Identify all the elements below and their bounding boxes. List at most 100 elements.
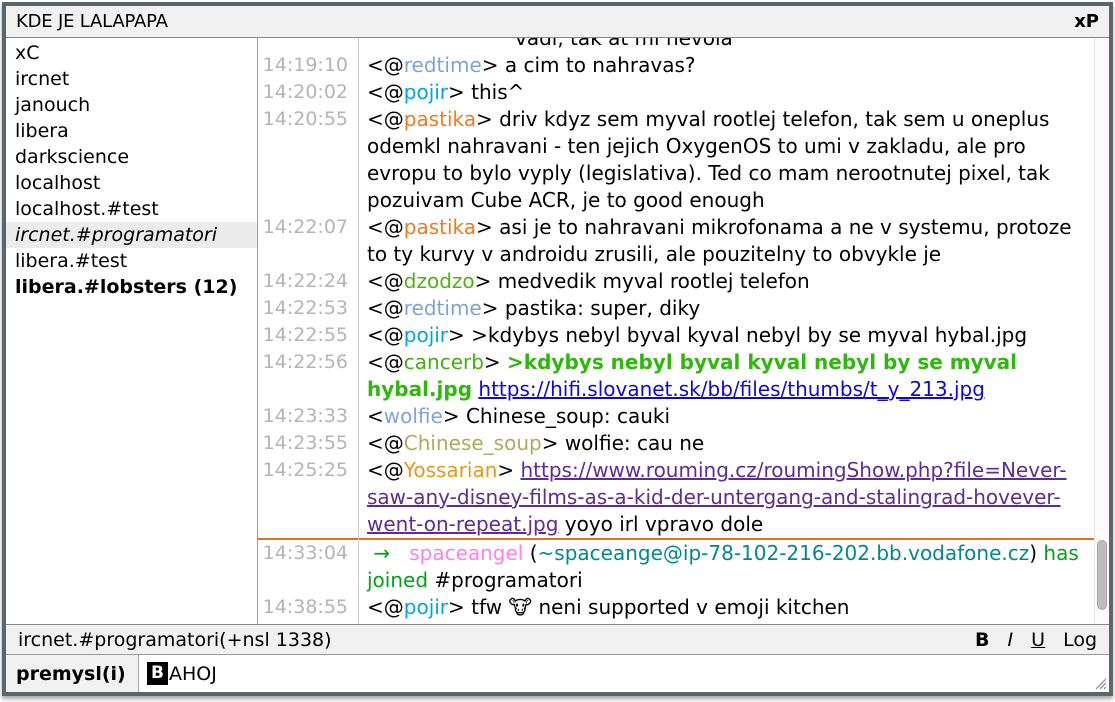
chat-area: vadi, tak at mi nevola14:19:10<@redtime>… — [258, 38, 1109, 624]
nickname: pastika — [404, 215, 476, 239]
chat-message: 14:19:10<@redtime> a cim to nahravas? — [258, 52, 1094, 79]
nickname: pastika — [404, 107, 476, 131]
timestamp: 14:25:25 — [258, 457, 358, 484]
sidebar-item-libera-test[interactable]: libera.#test — [6, 248, 257, 274]
join-event-text: → — [373, 541, 390, 565]
message-text: ( — [523, 541, 537, 565]
message-text: <@ — [367, 458, 404, 482]
sidebar-item-ircnet[interactable]: ircnet — [6, 66, 257, 92]
title-bar: KDE JE LALAPAPA xP — [6, 6, 1109, 38]
nick-label: premysl(i) — [6, 655, 139, 692]
timestamp: 14:33:04 — [258, 540, 358, 567]
log-button[interactable]: Log — [1063, 629, 1097, 651]
message-body: <@dzodzo> medvedik myval rootlej telefon — [358, 268, 1094, 295]
message-text: <@ — [367, 80, 404, 104]
sidebar-item-ircnet-programatori[interactable]: ircnet.#programatori — [6, 222, 257, 248]
message-text: neni supported v emoji kitchen — [532, 595, 849, 619]
timestamp: 14:19:10 — [258, 52, 358, 79]
message-text: ) — [1029, 541, 1043, 565]
nickname: redtime — [404, 53, 482, 77]
message-body: <@pojir> this^ — [358, 79, 1094, 106]
sidebar-item-janouch[interactable]: janouch — [6, 92, 257, 118]
timestamp: 14:38:55 — [258, 594, 358, 621]
message-text: > a cim to nahravas? — [482, 53, 696, 77]
sidebar-item-darkscience[interactable]: darkscience — [6, 144, 257, 170]
sidebar-item-libera[interactable]: libera — [6, 118, 257, 144]
timestamp: 14:23:55 — [258, 430, 358, 457]
message-text: > wolfie: cau ne — [542, 431, 705, 455]
chat-message: 14:20:55<@pastika> driv kdyz sem myval r… — [258, 106, 1094, 214]
chat-message: 14:22:07<@pastika> asi je to nahravani m… — [258, 214, 1094, 268]
message-body: <@Chinese_soup> wolfie: cau ne — [358, 430, 1094, 457]
nickname: redtime — [404, 296, 482, 320]
chat-message: vadi, tak at mi nevola — [258, 38, 1094, 52]
chat-message: 14:22:53<@redtime> pastika: super, diky — [258, 295, 1094, 322]
message-body: <@pojir> tfw 🐮 neni supported v emoji ki… — [358, 594, 1094, 621]
nickname: cancerb — [404, 350, 484, 374]
chat-message: 14:20:02<@pojir> this^ — [258, 79, 1094, 106]
message-text: > — [484, 350, 507, 374]
nickname: Yossarian — [404, 458, 498, 482]
chat-scrollbar-thumb[interactable] — [1097, 540, 1107, 610]
chat-message: 14:38:55<@pojir> tfw 🐮 neni supported v … — [258, 594, 1094, 621]
sidebar-item-localhost[interactable]: localhost — [6, 170, 257, 196]
message-link[interactable]: https://hifi.slovanet.sk/bb/files/thumbs… — [478, 377, 985, 401]
message-body: <@cancerb> >kdybys nebyl byval kyval neb… — [358, 349, 1094, 403]
message-body: → spaceangel (~spaceange@ip-78-102-216-2… — [358, 540, 1094, 594]
chat-message: 14:22:24<@dzodzo> medvedik myval rootlej… — [258, 268, 1094, 295]
chat-message: 14:22:55<@pojir> >kdybys nebyl byval kyv… — [258, 322, 1094, 349]
sidebar-item-localhost-test[interactable]: localhost.#test — [6, 196, 257, 222]
message-body: vadi, tak at mi nevola — [358, 38, 1094, 52]
timestamp: 14:20:55 — [258, 106, 358, 133]
message-body: <@pastika> asi je to nahravani mikrofona… — [358, 214, 1094, 268]
message-text: > Chinese_soup: cauki — [443, 404, 670, 428]
timestamp-divider — [358, 38, 359, 624]
nickname: pojir — [404, 595, 448, 619]
bold-button[interactable]: B — [975, 629, 989, 651]
timestamp: 14:22:56 — [258, 349, 358, 376]
hostmask: ~spaceange@ip-78-102-216-202.bb.vodafone… — [538, 541, 1030, 565]
message-body: <@redtime> a cim to nahravas? — [358, 52, 1094, 79]
window: KDE JE LALAPAPA xP xCircnetjanouchlibera… — [2, 2, 1113, 696]
window-control-xp[interactable]: xP — [1074, 11, 1099, 32]
message-text: > this^ — [448, 80, 524, 104]
cow-emoji: 🐮 — [508, 595, 532, 619]
timestamp: 14:20:02 — [258, 79, 358, 106]
chat-message: 14:22:56<@cancerb> >kdybys nebyl byval k… — [258, 349, 1094, 403]
bold-control-char: B — [147, 662, 168, 685]
window-title: KDE JE LALAPAPA — [16, 11, 1074, 32]
message-input[interactable]: B AHOJ — [139, 655, 1109, 692]
timestamp: 14:22:55 — [258, 322, 358, 349]
underline-button[interactable]: U — [1031, 629, 1045, 651]
message-text: > tfw — [448, 595, 508, 619]
message-text: <@ — [367, 269, 404, 293]
message-text: <@ — [367, 296, 404, 320]
nickname: wolfie — [384, 404, 443, 428]
message-text: > >kdybys nebyl byval kyval nebyl by se … — [448, 323, 1027, 347]
chat-scrollbar-track[interactable] — [1094, 38, 1109, 624]
channel-status-text: ircnet.#programatori(+nsl 1338) — [18, 629, 957, 651]
italic-button[interactable]: I — [1008, 629, 1014, 651]
message-body: <wolfie> Chinese_soup: cauki — [358, 403, 1094, 430]
message-body: <@pojir> >kdybys nebyl byval kyval nebyl… — [358, 322, 1094, 349]
chat-scroll: vadi, tak at mi nevola14:19:10<@redtime>… — [258, 38, 1094, 621]
message-body: <@pastika> driv kdyz sem myval rootlej t… — [358, 106, 1094, 214]
nickname: dzodzo — [404, 269, 475, 293]
sidebar-item-xc[interactable]: xC — [6, 40, 257, 66]
resize-handle-icon[interactable] — [1093, 676, 1107, 690]
message-text: > medvedik myval rootlej telefon — [475, 269, 810, 293]
chat-message: 14:33:04 → spaceangel (~spaceange@ip-78-… — [258, 540, 1094, 594]
timestamp: 14:22:07 — [258, 214, 358, 241]
message-body: <@Yossarian> https://www.rouming.cz/roum… — [358, 457, 1094, 538]
main-area: xCircnetjanouchliberadarksciencelocalhos… — [6, 38, 1109, 624]
sidebar-item-libera-lobsters-12[interactable]: libera.#lobsters (12) — [6, 274, 257, 300]
message-text: <@ — [367, 215, 404, 239]
message-body: <@redtime> pastika: super, diky — [358, 295, 1094, 322]
message-text: > pastika: super, diky — [482, 296, 700, 320]
message-text: vadi, tak at mi nevola — [515, 38, 733, 50]
input-bar: premysl(i) B AHOJ — [6, 654, 1109, 692]
message-text — [390, 541, 409, 565]
message-text: <@ — [367, 53, 404, 77]
timestamp: 14:23:33 — [258, 403, 358, 430]
message-text: <@ — [367, 350, 404, 374]
